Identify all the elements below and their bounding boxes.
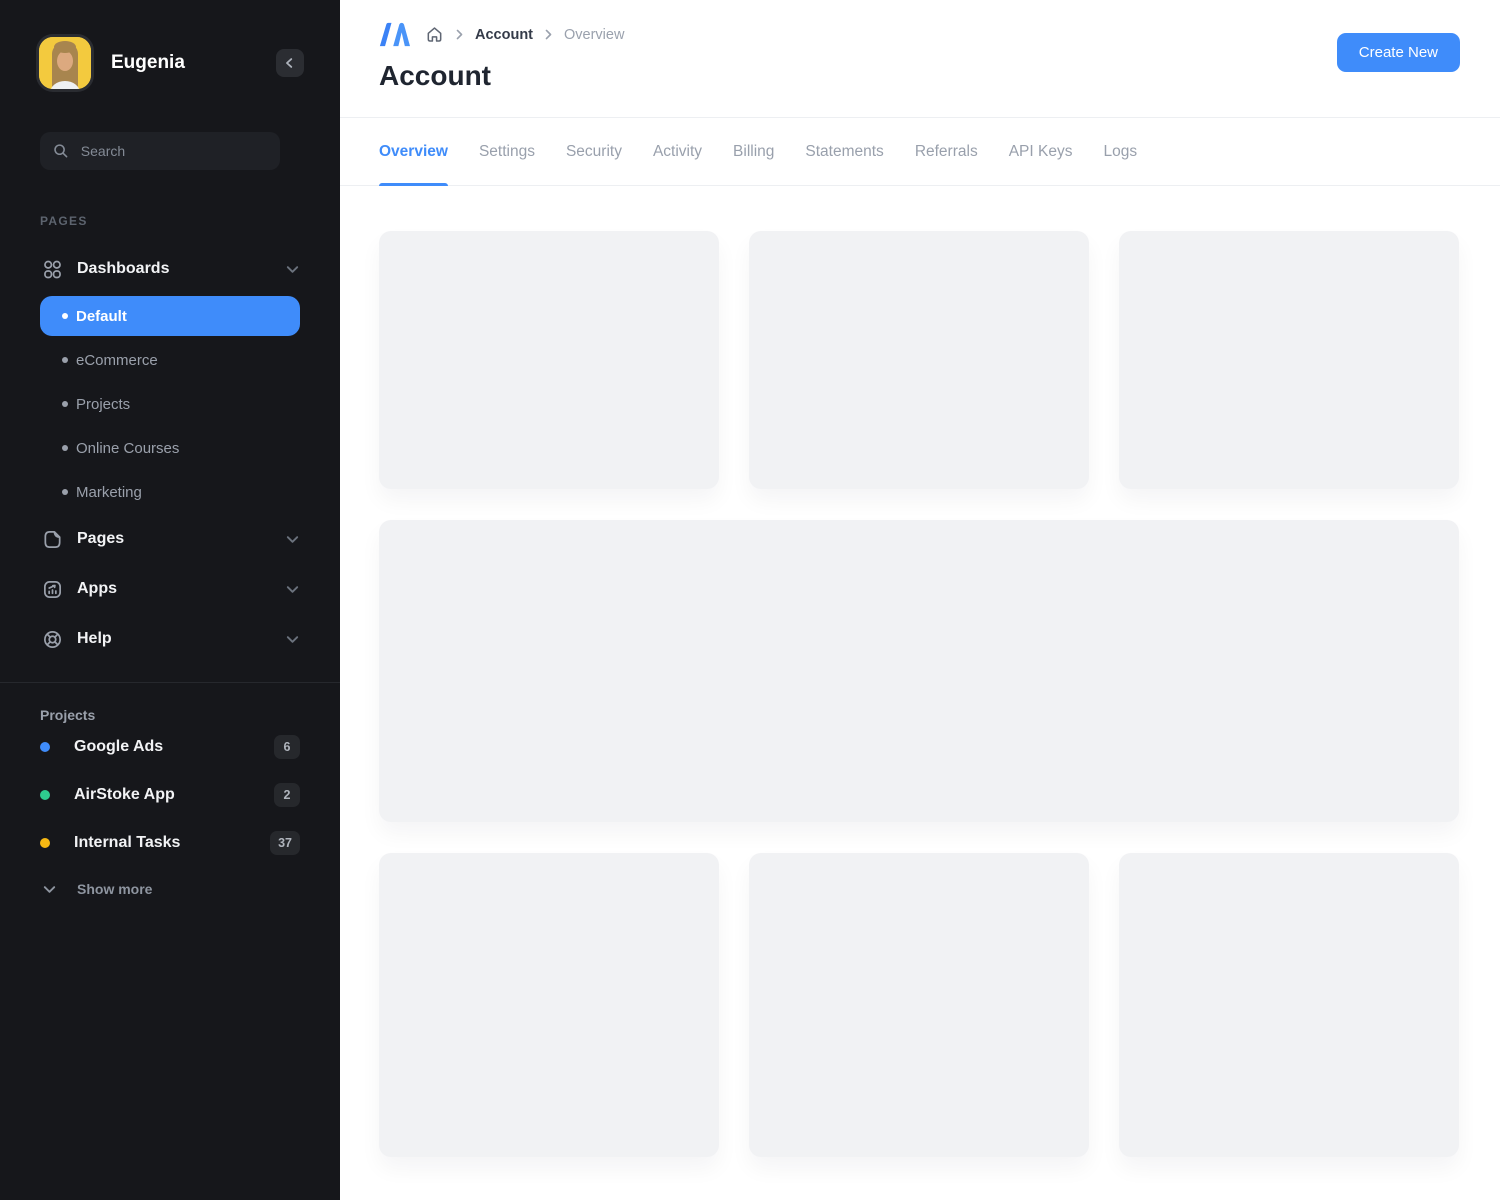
user-name: Eugenia — [111, 52, 185, 74]
tab-activity[interactable]: Activity — [653, 118, 702, 185]
sidebar-item-label: Online Courses — [76, 440, 179, 457]
sidebar-item-label: Dashboards — [77, 260, 169, 278]
sidebar-item-online-courses[interactable]: Online Courses — [40, 426, 300, 470]
avatar-image — [39, 37, 91, 89]
project-dot — [40, 790, 50, 800]
count-badge: 37 — [270, 831, 300, 855]
project-dot — [40, 742, 50, 752]
tab-api-keys[interactable]: API Keys — [1009, 118, 1073, 185]
home-icon[interactable] — [425, 25, 444, 44]
project-name: Internal Tasks — [74, 834, 180, 852]
chevron-left-icon — [283, 56, 297, 70]
main-content: Account Overview Account Create New Over… — [340, 0, 1500, 1200]
sidebar-item-label: Projects — [76, 396, 130, 413]
sidebar-item-label: Apps — [77, 580, 117, 598]
project-item-google-ads[interactable]: Google Ads 6 — [40, 723, 300, 771]
page-header: Account Overview Account Create New — [340, 0, 1500, 118]
chevron-down-icon — [285, 582, 300, 597]
sidebar-item-label: Pages — [77, 530, 124, 548]
sidebar-item-marketing[interactable]: Marketing — [40, 470, 300, 514]
search-icon — [53, 142, 69, 160]
chevron-down-icon — [42, 882, 57, 897]
sidebar-item-help[interactable]: Help — [40, 614, 300, 664]
projects-section: Projects Google Ads 6 AirStoke App 2 Int… — [0, 683, 340, 911]
show-more-button[interactable]: Show more — [40, 867, 300, 911]
project-name: Google Ads — [74, 738, 163, 756]
breadcrumb-overview[interactable]: Overview — [564, 27, 624, 43]
grid-icon — [40, 259, 64, 280]
placeholder-card — [379, 231, 719, 489]
tab-settings[interactable]: Settings — [479, 118, 535, 185]
chevron-right-icon — [542, 28, 555, 41]
tab-security[interactable]: Security — [566, 118, 622, 185]
page-title: Account — [379, 60, 624, 92]
bullet-dot — [62, 445, 68, 451]
sidebar-item-apps[interactable]: Apps — [40, 564, 300, 614]
sidebar-item-label: Default — [76, 308, 127, 325]
sidebar-item-label: Help — [77, 630, 112, 648]
placeholder-card — [1119, 853, 1459, 1157]
placeholder-card — [379, 853, 719, 1157]
sidebar-item-default[interactable]: Default — [40, 296, 300, 336]
count-badge: 6 — [274, 735, 300, 759]
breadcrumb-account[interactable]: Account — [475, 27, 533, 43]
placeholder-card-wide — [379, 520, 1459, 822]
tab-billing[interactable]: Billing — [733, 118, 774, 185]
sidebar-nav: Dashboards Default eCommerce Projects On… — [0, 244, 340, 664]
breadcrumb: Account Overview — [379, 21, 624, 48]
placeholder-card — [1119, 231, 1459, 489]
page-icon — [40, 529, 64, 550]
sidebar-item-ecommerce[interactable]: eCommerce — [40, 338, 300, 382]
project-dot — [40, 838, 50, 848]
chevron-down-icon — [285, 632, 300, 647]
chevron-right-icon — [453, 28, 466, 41]
sidebar: Eugenia PAGES Dashboards Default eCommer… — [0, 0, 340, 1200]
bullet-dot — [62, 401, 68, 407]
bullet-dot — [62, 313, 68, 319]
sidebar-collapse-button[interactable] — [276, 49, 304, 77]
sidebar-item-dashboards[interactable]: Dashboards — [40, 244, 300, 294]
tab-logs[interactable]: Logs — [1103, 118, 1137, 185]
sidebar-item-projects[interactable]: Projects — [40, 382, 300, 426]
project-item-internal-tasks[interactable]: Internal Tasks 37 — [40, 819, 300, 867]
content-area — [340, 186, 1500, 1198]
tab-referrals[interactable]: Referrals — [915, 118, 978, 185]
chevron-down-icon — [285, 532, 300, 547]
bullet-dot — [62, 357, 68, 363]
card-row-top — [379, 231, 1459, 489]
count-badge: 2 — [274, 783, 300, 807]
sidebar-item-label: Marketing — [76, 484, 142, 501]
card-row-bottom — [379, 853, 1459, 1157]
search-input[interactable] — [79, 142, 267, 160]
app-logo-icon — [379, 21, 410, 48]
lifebuoy-icon — [40, 629, 64, 650]
card-row-middle — [379, 520, 1459, 822]
bullet-dot — [62, 489, 68, 495]
chart-icon — [40, 579, 64, 600]
project-name: AirStoke App — [74, 786, 175, 804]
placeholder-card — [749, 231, 1089, 489]
user-profile: Eugenia — [36, 34, 304, 92]
tab-overview[interactable]: Overview — [379, 118, 448, 185]
sidebar-item-label: eCommerce — [76, 352, 158, 369]
tab-bar: Overview Settings Security Activity Bill… — [340, 118, 1500, 186]
search-box[interactable] — [40, 132, 280, 170]
projects-section-label: Projects — [40, 707, 300, 723]
tab-statements[interactable]: Statements — [805, 118, 883, 185]
show-more-label: Show more — [77, 881, 152, 897]
project-item-airstoke-app[interactable]: AirStoke App 2 — [40, 771, 300, 819]
avatar[interactable] — [36, 34, 94, 92]
chevron-down-icon — [285, 262, 300, 277]
pages-section-label: PAGES — [40, 214, 300, 228]
placeholder-card — [749, 853, 1089, 1157]
sidebar-item-pages[interactable]: Pages — [40, 514, 300, 564]
create-new-button[interactable]: Create New — [1337, 33, 1460, 72]
